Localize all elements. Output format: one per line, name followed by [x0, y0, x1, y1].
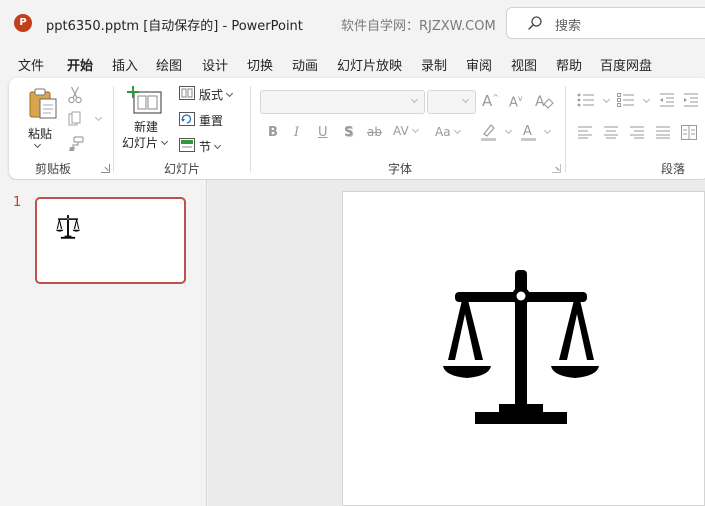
paste-icon [29, 88, 57, 119]
reset-label: 重置 [199, 114, 224, 128]
font-name-combo[interactable] [260, 90, 425, 114]
copy-icon[interactable] [67, 111, 87, 127]
shadow-button[interactable]: S [344, 125, 353, 140]
ribbon-tabs: 文件 开始 插入 绘图 设计 切换 动画 幻灯片放映 录制 审阅 视图 帮助 百… [0, 48, 705, 81]
svg-text:A: A [535, 94, 545, 110]
section-label: 节 [199, 138, 222, 155]
slide-canvas[interactable] [342, 191, 705, 506]
highlight-chevron-icon [504, 126, 513, 135]
copy-dropdown-chevron-icon [94, 113, 103, 122]
change-case-button[interactable]: Aa [435, 125, 461, 139]
clear-formatting-icon[interactable]: A [534, 92, 554, 110]
new-slide-icon [127, 86, 162, 114]
italic-button[interactable]: I [294, 125, 299, 140]
powerpoint-logo-icon: P [14, 14, 32, 32]
group-divider [113, 86, 114, 172]
bold-button[interactable]: B [268, 125, 278, 140]
new-slide-label-line1: 新建 [134, 120, 159, 134]
clipboard-launcher-icon[interactable] [101, 164, 110, 173]
character-spacing-button[interactable]: AV [393, 124, 419, 138]
numbering-chevron-icon [642, 95, 651, 104]
slide-thumbnail-1[interactable] [35, 197, 186, 284]
decrease-indent-icon[interactable] [659, 93, 675, 107]
tab-record[interactable]: 录制 [421, 55, 447, 74]
font-launcher-icon[interactable] [552, 164, 561, 173]
search-box[interactable]: 搜索 [506, 7, 705, 39]
section-icon [179, 138, 195, 152]
align-left-icon[interactable] [577, 126, 593, 139]
tab-help[interactable]: 帮助 [556, 55, 582, 74]
new-slide-button[interactable]: 新建 幻灯片 [119, 84, 175, 156]
balance-scale-icon [56, 215, 80, 239]
search-placeholder: 搜索 [555, 19, 582, 34]
font-group-label: 字体 [388, 162, 413, 176]
grow-font-button[interactable]: A^ [482, 92, 499, 110]
font-size-chevron-icon [461, 95, 470, 104]
new-slide-label-line2: 幻灯片 [122, 134, 169, 151]
clipboard-group-label: 剪贴板 [35, 162, 72, 176]
section-chevron-icon [213, 141, 222, 150]
tab-review[interactable]: 审阅 [466, 55, 492, 74]
section-button[interactable]: 节 [179, 136, 235, 156]
tab-insert[interactable]: 插入 [112, 55, 138, 74]
layout-label: 版式 [199, 86, 234, 103]
slide-number: 1 [13, 195, 22, 210]
watermark-text: 软件自学网：RJZXW.COM [341, 19, 496, 34]
layout-icon [179, 86, 195, 100]
numbering-icon[interactable] [617, 93, 635, 107]
paragraph-group-label: 段落 [661, 162, 686, 176]
search-icon [528, 16, 542, 30]
slides-group-label: 幻灯片 [164, 162, 201, 176]
tab-file[interactable]: 文件 [18, 55, 44, 74]
tab-design[interactable]: 设计 [202, 55, 228, 74]
reset-icon [179, 112, 195, 126]
title-bar: P ppt6350.pptm [自动保存的] - PowerPoint 软件自学… [0, 0, 705, 46]
new-slide-chevron-icon [160, 137, 169, 146]
font-color-icon[interactable]: A [520, 122, 538, 142]
tab-view[interactable]: 视图 [511, 55, 537, 74]
increase-indent-icon[interactable] [683, 93, 699, 107]
bullets-chevron-icon [602, 95, 611, 104]
font-color-chevron-icon [543, 126, 552, 135]
align-right-icon[interactable] [629, 126, 645, 139]
layout-button[interactable]: 版式 [179, 84, 241, 104]
tab-animations[interactable]: 动画 [292, 55, 318, 74]
group-divider [565, 86, 566, 172]
reset-button[interactable]: 重置 [179, 110, 235, 130]
paste-button[interactable]: 粘贴 [21, 84, 63, 156]
tab-slideshow[interactable]: 幻灯片放映 [337, 55, 402, 74]
bullets-icon[interactable] [577, 93, 595, 107]
layout-chevron-icon [225, 89, 234, 98]
paste-dropdown-chevron-icon [33, 140, 42, 149]
balance-scale-icon[interactable] [443, 270, 599, 426]
justify-icon[interactable] [655, 126, 671, 139]
svg-text:A: A [523, 124, 532, 139]
change-case-chevron-icon [453, 126, 461, 135]
tab-transitions[interactable]: 切换 [247, 55, 273, 74]
columns-icon[interactable] [681, 125, 697, 140]
tab-draw[interactable]: 绘图 [156, 55, 182, 74]
paste-label: 粘贴 [28, 127, 53, 141]
font-size-combo[interactable] [427, 90, 476, 114]
format-painter-icon[interactable] [67, 136, 85, 152]
align-center-icon[interactable] [603, 126, 619, 139]
underline-button[interactable]: U [318, 125, 328, 140]
font-name-chevron-icon [410, 95, 419, 104]
highlight-color-icon[interactable] [479, 122, 499, 142]
document-title: ppt6350.pptm [自动保存的] - PowerPoint [46, 19, 303, 34]
tab-home[interactable]: 开始 [67, 55, 94, 81]
shrink-font-button[interactable]: Av [509, 94, 523, 110]
character-spacing-chevron-icon [411, 125, 419, 134]
group-divider [250, 86, 251, 172]
strikethrough-button[interactable]: ab [367, 125, 382, 139]
ribbon: 粘贴 剪贴板 新建 幻灯片 版式 重置 节 幻灯片 A^ Av A B I U … [9, 78, 705, 179]
tab-baidu-netdisk[interactable]: 百度网盘 [600, 55, 652, 74]
cut-icon[interactable] [67, 86, 83, 104]
